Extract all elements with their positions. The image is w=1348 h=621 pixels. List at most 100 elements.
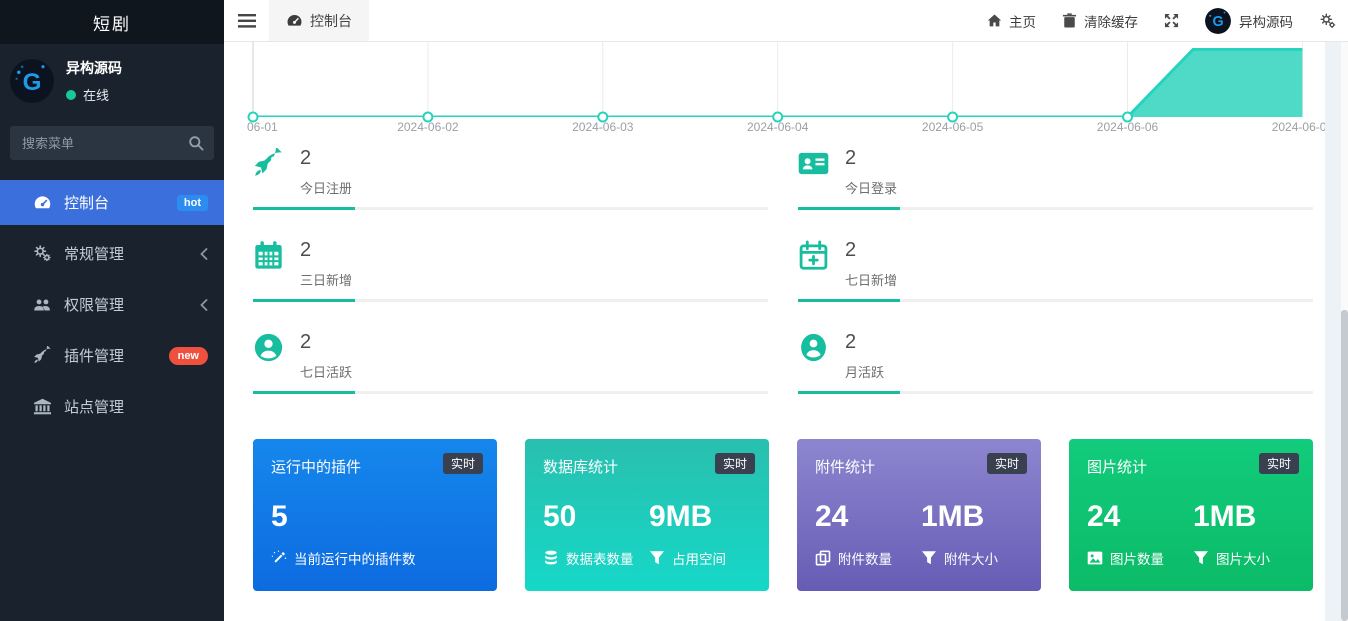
logo-icon: G	[1205, 8, 1231, 34]
sidebar-item-permission-management[interactable]: 权限管理	[0, 282, 224, 327]
fullscreen-icon	[1164, 13, 1179, 28]
stat-value: 2	[300, 240, 352, 261]
stat-seven-day-new: 2 七日新增	[798, 240, 1313, 302]
fullscreen-button[interactable]	[1164, 13, 1179, 28]
card-attachment-stats: 附件统计 实时 24 附件数量 1MB	[797, 439, 1041, 591]
search-input[interactable]	[10, 126, 214, 160]
stat-label: 三日新增	[300, 270, 352, 289]
sidebar-menu: 控制台 hot 常规管理 权限管理 插件管理	[0, 180, 224, 429]
sidebar: 短剧 G 异构源码 在线	[0, 0, 224, 621]
stat-three-day-new: 2 三日新增	[253, 240, 768, 302]
tab-dashboard[interactable]: 控制台	[269, 0, 369, 41]
user-panel: G 异构源码 在线	[0, 44, 224, 114]
trash-icon	[1062, 13, 1077, 28]
search-icon[interactable]	[188, 135, 204, 151]
rocket-icon	[253, 148, 284, 179]
vertical-scrollbar[interactable]	[1341, 42, 1348, 621]
sidebar-item-label: 常规管理	[64, 243, 124, 264]
metric-label: 图片大小	[1216, 548, 1270, 568]
chevron-left-icon	[200, 248, 208, 260]
stat-value: 2	[845, 148, 897, 169]
stat-seven-day-active: 2 七日活跃	[253, 332, 768, 394]
online-status-dot	[66, 90, 76, 100]
metric-value: 24	[815, 501, 921, 533]
metric-value: 5	[271, 501, 416, 533]
top-navbar: 控制台 主页 清除缓存 G	[224, 0, 1348, 42]
calendar-plus-icon	[798, 240, 829, 271]
calendar-icon	[253, 240, 284, 271]
tab-label: 控制台	[310, 11, 352, 31]
hamburger-icon	[238, 14, 256, 28]
stat-progress-track	[798, 299, 1313, 302]
sidebar-item-general-management[interactable]: 常规管理	[0, 231, 224, 276]
stats-grid: 2 今日注册 2 今日登录	[253, 148, 1313, 394]
stat-progress-track	[253, 207, 768, 210]
stat-label: 今日注册	[300, 178, 352, 197]
logo-icon: G	[10, 59, 54, 103]
bank-icon	[33, 397, 52, 416]
metric-label: 占用空间	[672, 548, 726, 568]
sidebar-item-label: 插件管理	[64, 345, 124, 366]
sidebar-item-label: 站点管理	[64, 396, 124, 417]
home-label: 主页	[1009, 11, 1036, 31]
clear-cache-link[interactable]: 清除缓存	[1062, 11, 1138, 31]
sidebar-toggle-button[interactable]	[224, 0, 269, 41]
sidebar-item-label: 控制台	[64, 192, 109, 213]
clear-cache-label: 清除缓存	[1084, 11, 1138, 31]
stat-progress-fill	[798, 207, 900, 210]
magic-wand-icon	[271, 550, 287, 566]
scrollbar-thumb[interactable]	[1341, 310, 1348, 621]
sidebar-item-plugin-management[interactable]: 插件管理 new	[0, 333, 224, 378]
new-badge: new	[169, 347, 208, 365]
filter-icon	[649, 550, 665, 566]
stat-label: 七日活跃	[300, 362, 352, 381]
main-content: 06-012024-06-022024-06-032024-06-042024-…	[224, 42, 1348, 621]
sidebar-item-dashboard[interactable]: 控制台 hot	[0, 180, 224, 225]
card-image-stats: 图片统计 实时 24 图片数量 1MB	[1069, 439, 1313, 591]
card-database-stats: 数据库统计 实时 50 数据表数量 9MB	[525, 439, 769, 591]
stat-progress-fill	[798, 391, 900, 394]
tachometer-icon	[286, 12, 303, 29]
stat-today-register: 2 今日注册	[253, 148, 768, 210]
online-status-text: 在线	[83, 85, 109, 104]
copy-icon	[815, 550, 831, 566]
stat-progress-track	[798, 207, 1313, 210]
stat-progress-track	[798, 391, 1313, 394]
hot-badge: hot	[177, 195, 208, 211]
user-avatar: G	[10, 59, 54, 103]
home-link[interactable]: 主页	[987, 11, 1036, 31]
stat-today-login: 2 今日登录	[798, 148, 1313, 210]
id-card-icon	[798, 148, 829, 179]
metric-label: 当前运行中的插件数	[294, 548, 416, 568]
navbar-username: 异构源码	[1239, 11, 1293, 31]
metric-label: 图片数量	[1110, 548, 1164, 568]
sidebar-item-site-management[interactable]: 站点管理	[0, 384, 224, 429]
stat-progress-track	[253, 299, 768, 302]
metric-label: 附件数量	[838, 548, 892, 568]
summary-cards: 运行中的插件 实时 5 当前运行中的插件数 数据库统计	[253, 439, 1313, 591]
content-right-gutter	[1325, 42, 1341, 621]
stat-value: 2	[845, 240, 897, 261]
realtime-badge: 实时	[715, 453, 755, 474]
user-circle-icon	[253, 332, 284, 363]
metric-label: 数据表数量	[566, 548, 634, 568]
svg-text:G: G	[23, 69, 42, 96]
metric-value: 9MB	[649, 501, 755, 533]
stat-month-active: 2 月活跃	[798, 332, 1313, 394]
cogs-icon	[33, 244, 52, 263]
brand-title: 短剧	[0, 0, 224, 44]
sidebar-item-label: 权限管理	[64, 294, 124, 315]
users-icon	[33, 295, 52, 314]
filter-icon	[921, 550, 937, 566]
home-icon	[987, 13, 1002, 28]
rocket-icon	[33, 346, 52, 365]
user-circle-solid-icon	[798, 332, 829, 363]
image-icon	[1087, 550, 1103, 566]
stat-label: 月活跃	[845, 362, 884, 381]
filter-icon	[1193, 550, 1209, 566]
stat-progress-track	[253, 391, 768, 394]
navbar-avatar: G	[1205, 8, 1231, 34]
settings-gear-icon[interactable]	[1319, 12, 1336, 29]
user-menu[interactable]: G 异构源码	[1205, 8, 1293, 34]
metric-value: 1MB	[1193, 501, 1299, 533]
